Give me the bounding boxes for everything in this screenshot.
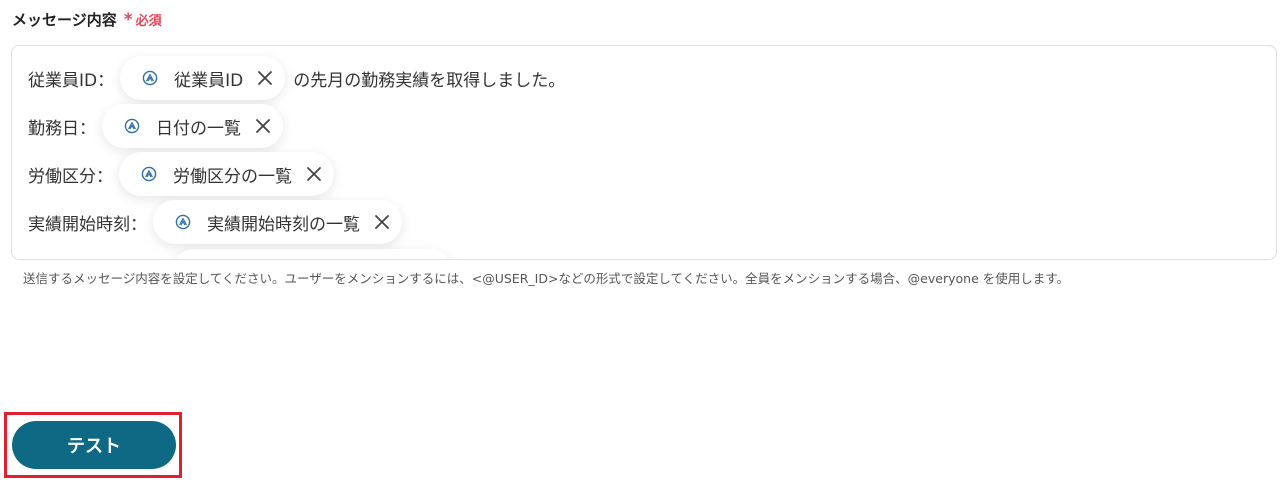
line-prefix: 勤務日： [28, 118, 96, 139]
message-line-employee-id: 従業員ID： 従業員ID の先月の勤務実績を取得しました。 [28, 56, 566, 100]
required-asterisk: * [123, 9, 133, 30]
app-logo-icon [124, 118, 140, 134]
close-icon[interactable] [255, 68, 275, 88]
line-suffix: の先月の勤務実績を取得しました。 [293, 70, 566, 91]
variable-chip-clipped [172, 249, 452, 259]
app-logo-icon [141, 166, 157, 182]
chip-label: 従業員ID [174, 70, 244, 91]
line-prefix: 従業員ID： [28, 70, 115, 91]
variable-chip-work-category-list[interactable]: 労働区分の一覧 [119, 152, 334, 196]
field-hint: 送信するメッセージ内容を設定してください。ユーザーをメンションするには、<@US… [23, 271, 1069, 286]
variable-chip-date-list[interactable]: 日付の一覧 [102, 104, 283, 148]
close-icon[interactable] [253, 116, 273, 136]
close-icon[interactable] [372, 212, 392, 232]
chip-label: 労働区分の一覧 [173, 166, 292, 187]
variable-chip-start-time-list[interactable]: 実績開始時刻の一覧 [153, 200, 402, 244]
message-line-work-date: 勤務日： 日付の一覧 [28, 104, 291, 148]
test-button[interactable]: テスト [12, 421, 176, 469]
message-line-start-time: 実績開始時刻： 実績開始時刻の一覧 [28, 200, 410, 244]
app-logo-icon [175, 214, 191, 230]
message-editor[interactable]: 従業員ID： 従業員ID の先月の勤務実績を取得しました。 勤務日： 日付の一覧 [11, 45, 1277, 260]
variable-chip-employee-id[interactable]: 従業員ID [120, 56, 286, 100]
close-icon[interactable] [304, 164, 324, 184]
field-label-text: メッセージ内容 [12, 11, 117, 29]
message-field-label: メッセージ内容 * 必須 [12, 9, 162, 30]
app-logo-icon [142, 70, 158, 86]
chip-label: 日付の一覧 [156, 118, 241, 139]
line-prefix: 労働区分： [28, 166, 113, 187]
message-line-work-category: 労働区分： 労働区分の一覧 [28, 152, 342, 196]
required-label: 必須 [135, 14, 162, 29]
line-prefix: 実績開始時刻： [28, 214, 147, 235]
chip-label: 実績開始時刻の一覧 [207, 214, 360, 235]
